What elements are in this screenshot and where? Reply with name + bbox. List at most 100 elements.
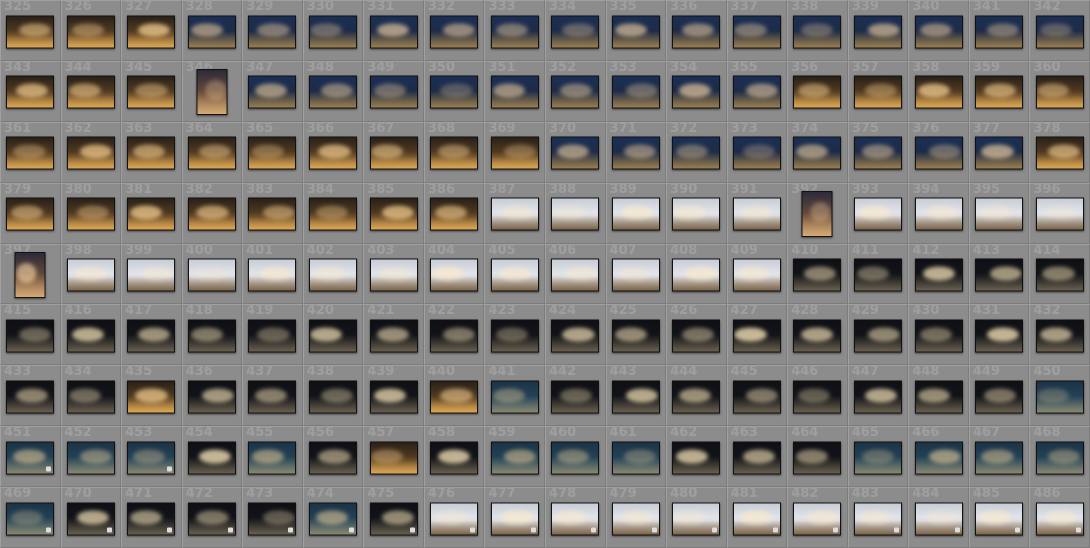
photo-thumbnail[interactable] — [369, 319, 418, 353]
thumbnail-cell[interactable]: 431 — [968, 303, 1030, 366]
photo-thumbnail[interactable] — [187, 441, 236, 475]
thumbnail-cell[interactable]: 448 — [908, 364, 969, 427]
photo-thumbnail[interactable] — [551, 197, 600, 231]
thumbnail-cell[interactable]: 441 — [484, 364, 545, 427]
photo-thumbnail[interactable] — [975, 441, 1024, 475]
photo-thumbnail[interactable] — [732, 319, 781, 353]
photo-thumbnail[interactable] — [672, 319, 721, 353]
photo-thumbnail[interactable] — [66, 15, 115, 49]
photo-thumbnail[interactable] — [793, 258, 842, 292]
thumbnail-cell[interactable]: 405 — [484, 243, 545, 305]
thumbnail-cell[interactable]: 442 — [545, 364, 606, 427]
photo-thumbnail[interactable] — [309, 258, 358, 292]
thumbnail-cell[interactable]: 340 — [908, 0, 969, 61]
thumbnail-cell[interactable]: 426 — [666, 303, 727, 366]
thumbnail-cell[interactable]: 372 — [666, 121, 727, 183]
photo-thumbnail[interactable] — [551, 441, 600, 475]
photo-thumbnail[interactable] — [914, 502, 963, 536]
thumbnail-cell[interactable]: 366 — [302, 121, 364, 183]
thumbnail-cell[interactable]: 422 — [423, 303, 485, 366]
thumbnail-cell[interactable]: 425 — [605, 303, 667, 366]
thumbnail-cell[interactable]: 479 — [605, 486, 667, 548]
thumbnail-cell[interactable]: 476 — [423, 486, 485, 548]
thumbnail-cell[interactable]: 386 — [423, 182, 485, 244]
thumbnail-cell[interactable]: 347 — [242, 60, 303, 122]
thumbnail-cell[interactable]: 403 — [363, 243, 424, 305]
photo-thumbnail[interactable] — [672, 258, 721, 292]
photo-thumbnail[interactable] — [6, 15, 55, 49]
thumbnail-cell[interactable]: 402 — [302, 243, 364, 305]
photo-thumbnail[interactable] — [611, 136, 660, 170]
thumbnail-cell[interactable]: 365 — [242, 121, 303, 183]
photo-thumbnail[interactable] — [187, 136, 236, 170]
thumbnail-cell[interactable]: 400 — [181, 243, 243, 305]
photo-thumbnail[interactable] — [611, 441, 660, 475]
thumbnail-cell[interactable]: 438 — [302, 364, 364, 427]
photo-thumbnail[interactable] — [14, 252, 46, 299]
photo-thumbnail[interactable] — [490, 75, 539, 109]
thumbnail-cell[interactable]: 484 — [908, 486, 969, 548]
photo-thumbnail[interactable] — [248, 15, 297, 49]
thumbnail-cell[interactable]: 407 — [605, 243, 667, 305]
thumbnail-cell[interactable]: 416 — [60, 303, 122, 366]
photo-thumbnail[interactable] — [490, 441, 539, 475]
photo-thumbnail[interactable] — [551, 502, 600, 536]
thumbnail-cell[interactable]: 395 — [968, 182, 1030, 244]
thumbnail-cell[interactable]: 369 — [484, 121, 545, 183]
thumbnail-cell[interactable]: 471 — [121, 486, 182, 548]
photo-thumbnail[interactable] — [187, 502, 236, 536]
thumbnail-cell[interactable]: 420 — [302, 303, 364, 366]
photo-thumbnail[interactable] — [6, 441, 55, 475]
photo-thumbnail[interactable] — [248, 502, 297, 536]
photo-thumbnail[interactable] — [430, 15, 479, 49]
photo-thumbnail[interactable] — [248, 319, 297, 353]
thumbnail-cell[interactable]: 333 — [484, 0, 545, 61]
photo-thumbnail[interactable] — [66, 441, 115, 475]
photo-thumbnail[interactable] — [611, 380, 660, 414]
photo-thumbnail[interactable] — [793, 75, 842, 109]
photo-thumbnail[interactable] — [611, 258, 660, 292]
photo-thumbnail[interactable] — [6, 319, 55, 353]
thumbnail-cell[interactable]: 346 — [181, 60, 243, 122]
photo-thumbnail[interactable] — [551, 75, 600, 109]
photo-thumbnail[interactable] — [66, 258, 115, 292]
photo-thumbnail[interactable] — [1035, 502, 1084, 536]
photo-thumbnail[interactable] — [611, 15, 660, 49]
photo-thumbnail[interactable] — [793, 136, 842, 170]
thumbnail-cell[interactable]: 430 — [908, 303, 969, 366]
photo-thumbnail[interactable] — [732, 15, 781, 49]
photo-thumbnail[interactable] — [672, 502, 721, 536]
thumbnail-cell[interactable]: 367 — [363, 121, 424, 183]
photo-thumbnail[interactable] — [369, 441, 418, 475]
photo-thumbnail[interactable] — [430, 197, 479, 231]
photo-thumbnail[interactable] — [975, 136, 1024, 170]
thumbnail-cell[interactable]: 355 — [726, 60, 788, 122]
thumbnail-cell[interactable]: 439 — [363, 364, 424, 427]
thumbnail-cell[interactable]: 423 — [484, 303, 545, 366]
photo-thumbnail[interactable] — [187, 380, 236, 414]
thumbnail-cell[interactable]: 452 — [60, 425, 122, 488]
photo-thumbnail[interactable] — [551, 15, 600, 49]
photo-thumbnail[interactable] — [369, 380, 418, 414]
photo-thumbnail[interactable] — [127, 75, 176, 109]
photo-thumbnail[interactable] — [672, 380, 721, 414]
photo-thumbnail[interactable] — [248, 380, 297, 414]
photo-thumbnail[interactable] — [914, 15, 963, 49]
thumbnail-cell[interactable]: 368 — [423, 121, 485, 183]
photo-thumbnail[interactable] — [914, 441, 963, 475]
thumbnail-cell[interactable]: 458 — [423, 425, 485, 488]
photo-thumbnail[interactable] — [187, 319, 236, 353]
photo-thumbnail[interactable] — [369, 197, 418, 231]
photo-thumbnail[interactable] — [551, 258, 600, 292]
thumbnail-cell[interactable]: 398 — [60, 243, 122, 305]
thumbnail-cell[interactable]: 457 — [363, 425, 424, 488]
photo-thumbnail[interactable] — [309, 441, 358, 475]
photo-thumbnail[interactable] — [611, 75, 660, 109]
photo-thumbnail[interactable] — [1035, 136, 1084, 170]
thumbnail-cell[interactable]: 483 — [847, 486, 909, 548]
thumbnail-cell[interactable]: 332 — [423, 0, 485, 61]
photo-thumbnail[interactable] — [127, 15, 176, 49]
photo-thumbnail[interactable] — [793, 441, 842, 475]
thumbnail-cell[interactable]: 350 — [423, 60, 485, 122]
photo-thumbnail[interactable] — [309, 75, 358, 109]
